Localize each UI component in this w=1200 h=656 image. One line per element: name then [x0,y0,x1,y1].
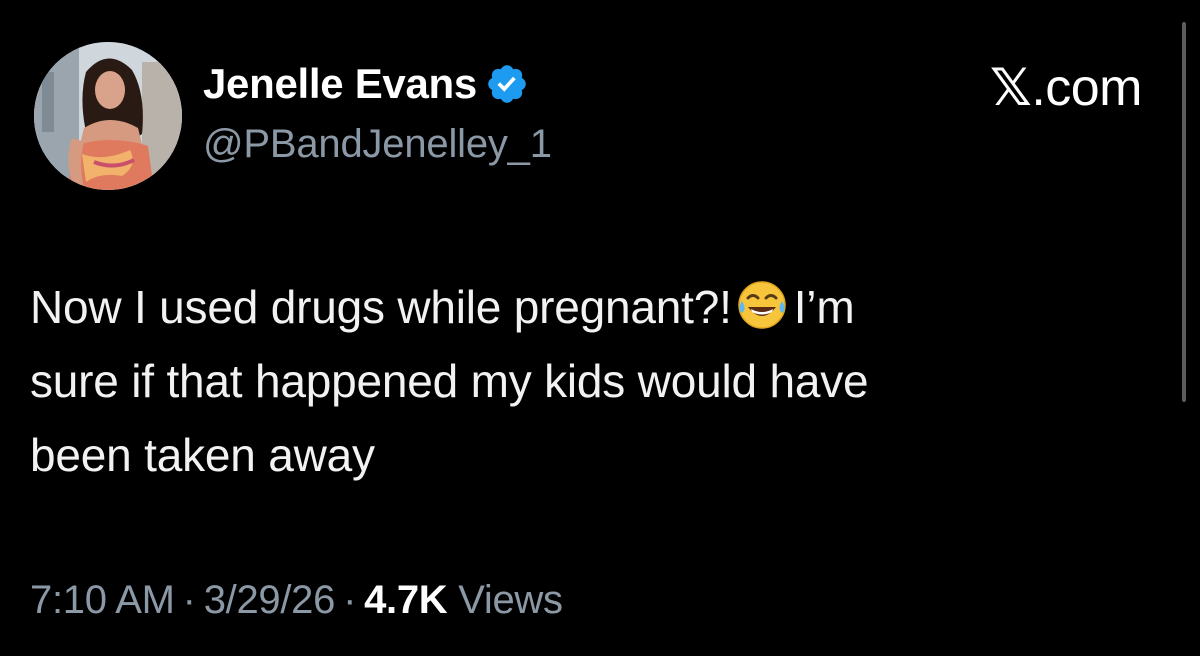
tweet-date[interactable]: 3/29/26 [204,578,336,622]
tweet-text-segment: Now I used drugs while pregnant?! [30,281,732,333]
avatar[interactable] [34,42,182,190]
tweet-card: Jenelle Evans @PBandJenelley_1 𝕏.com Now… [0,0,1200,656]
tweet-line-3: been taken away [30,429,375,481]
tweet-time[interactable]: 7:10 AM [30,578,175,622]
avatar-image [34,42,182,190]
meta-separator: · [343,578,357,622]
tweet-line-1: Now I used drugs while pregnant?! I’m [30,270,1140,344]
meta-separator: · [182,578,196,622]
tweet-line-2: sure if that happened my kids would have [30,355,869,407]
views-count[interactable]: 4.7K [364,578,448,622]
brand-suffix: .com [1031,59,1142,117]
tweet-text-segment: I’m [793,281,855,333]
x-com-brand: 𝕏.com [989,58,1143,118]
tweet-text: Now I used drugs while pregnant?! I’m su… [30,270,1140,492]
tweet-meta: 7:10 AM · 3/29/26 · 4.7K Views [30,578,563,623]
author-handle[interactable]: @PBandJenelley_1 [203,122,552,167]
x-logo-icon: 𝕏 [989,58,1032,118]
author-name-row: Jenelle Evans [203,56,529,112]
author-display-name[interactable]: Jenelle Evans [203,60,477,108]
views-label: Views [458,578,563,622]
verified-badge-icon [485,62,529,106]
scrollbar[interactable] [1182,22,1186,402]
face-with-tears-of-joy-icon [736,278,788,330]
